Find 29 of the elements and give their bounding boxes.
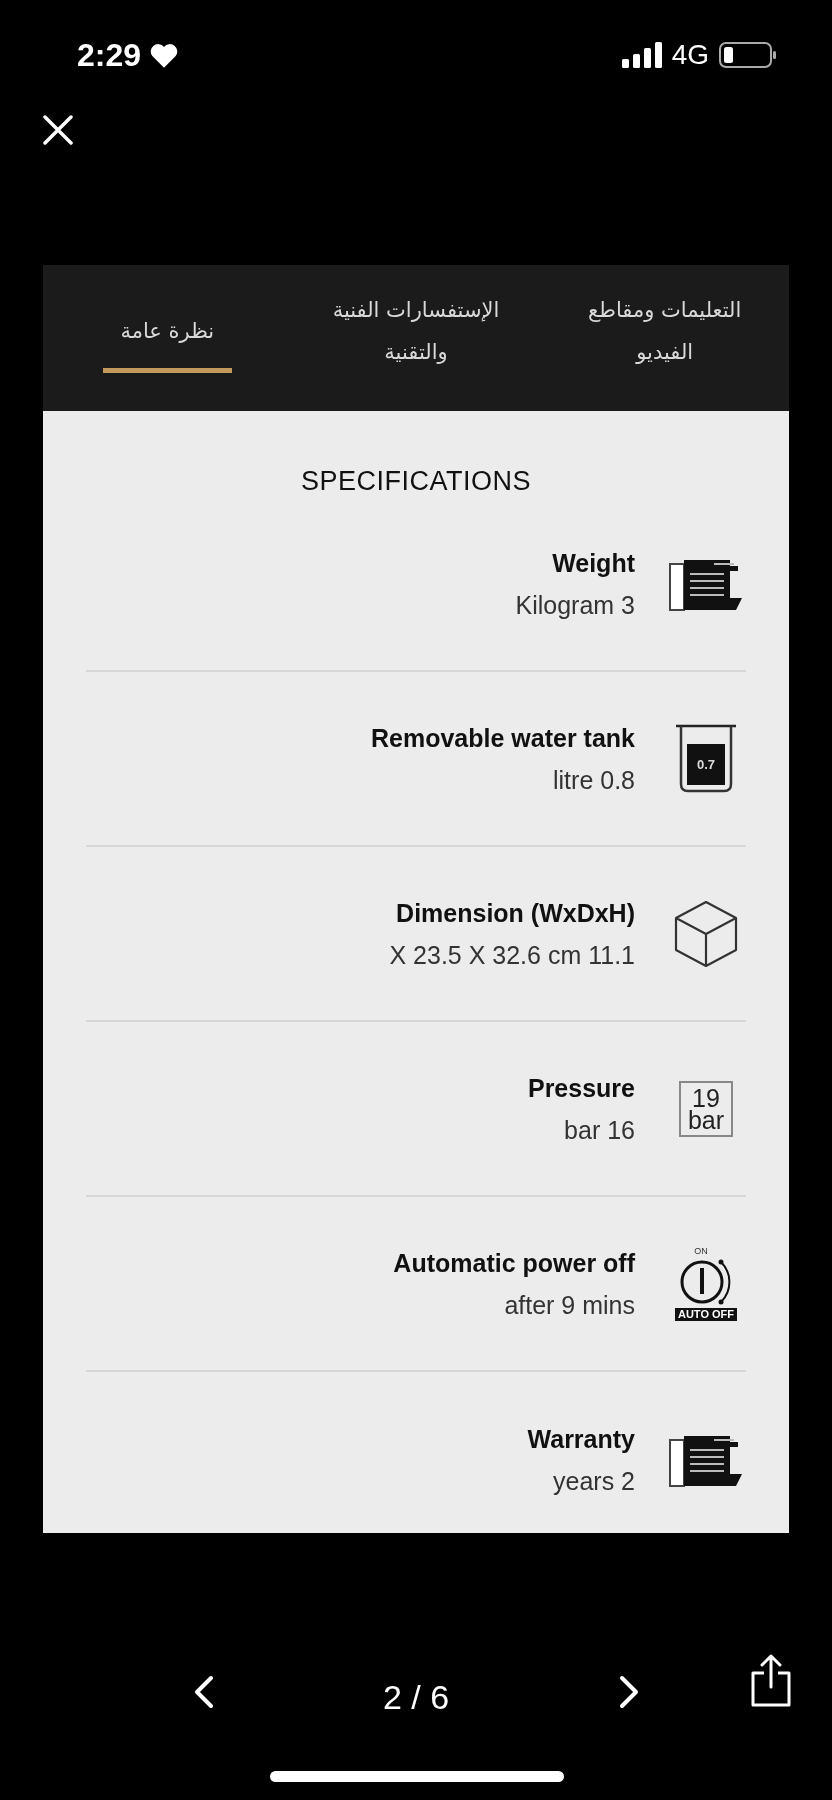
tab[interactable]: نظرة عامة	[43, 265, 292, 411]
spec-value: X 23.5 X 32.6 cm 11.1	[389, 939, 635, 971]
tab[interactable]: التعليمات ومقاطع الفيديو	[540, 265, 789, 411]
spec-value: bar 16	[564, 1114, 635, 1146]
pressure-icon: 19 bar	[679, 1080, 733, 1137]
tank-level-label: 0.7	[695, 755, 717, 774]
spec-label: Weight	[552, 547, 635, 579]
spec-value: litre 0.8	[553, 764, 635, 796]
status-time: 2:29	[77, 36, 142, 75]
spec-label: Pressure	[527, 1072, 635, 1104]
close-icon[interactable]	[43, 115, 73, 145]
page-counter: 2 / 6	[381, 1677, 451, 1718]
spec-label: Dimension (WxDxH)	[396, 897, 635, 929]
signal-icon	[621, 42, 662, 68]
spec-label: Warranty	[527, 1423, 635, 1455]
previous-icon[interactable]	[194, 1675, 214, 1709]
cube-icon	[674, 899, 738, 968]
tab[interactable]: الإستفسارات الفنية والتقنية	[291, 265, 541, 411]
section-title: SPECIFICATIONS	[300, 465, 532, 497]
next-icon[interactable]	[619, 1675, 639, 1709]
heart-icon	[149, 41, 180, 69]
spec-label: Automatic power off	[393, 1247, 635, 1279]
network-label: 4G	[671, 38, 709, 72]
spec-value: after 9 mins	[504, 1289, 635, 1321]
spec-value: years 2	[553, 1465, 635, 1497]
battery-icon	[719, 42, 777, 68]
share-icon[interactable]	[750, 1653, 792, 1707]
spec-value: Kilogram 3	[515, 589, 635, 621]
spec-label: Removable water tank	[371, 722, 635, 754]
